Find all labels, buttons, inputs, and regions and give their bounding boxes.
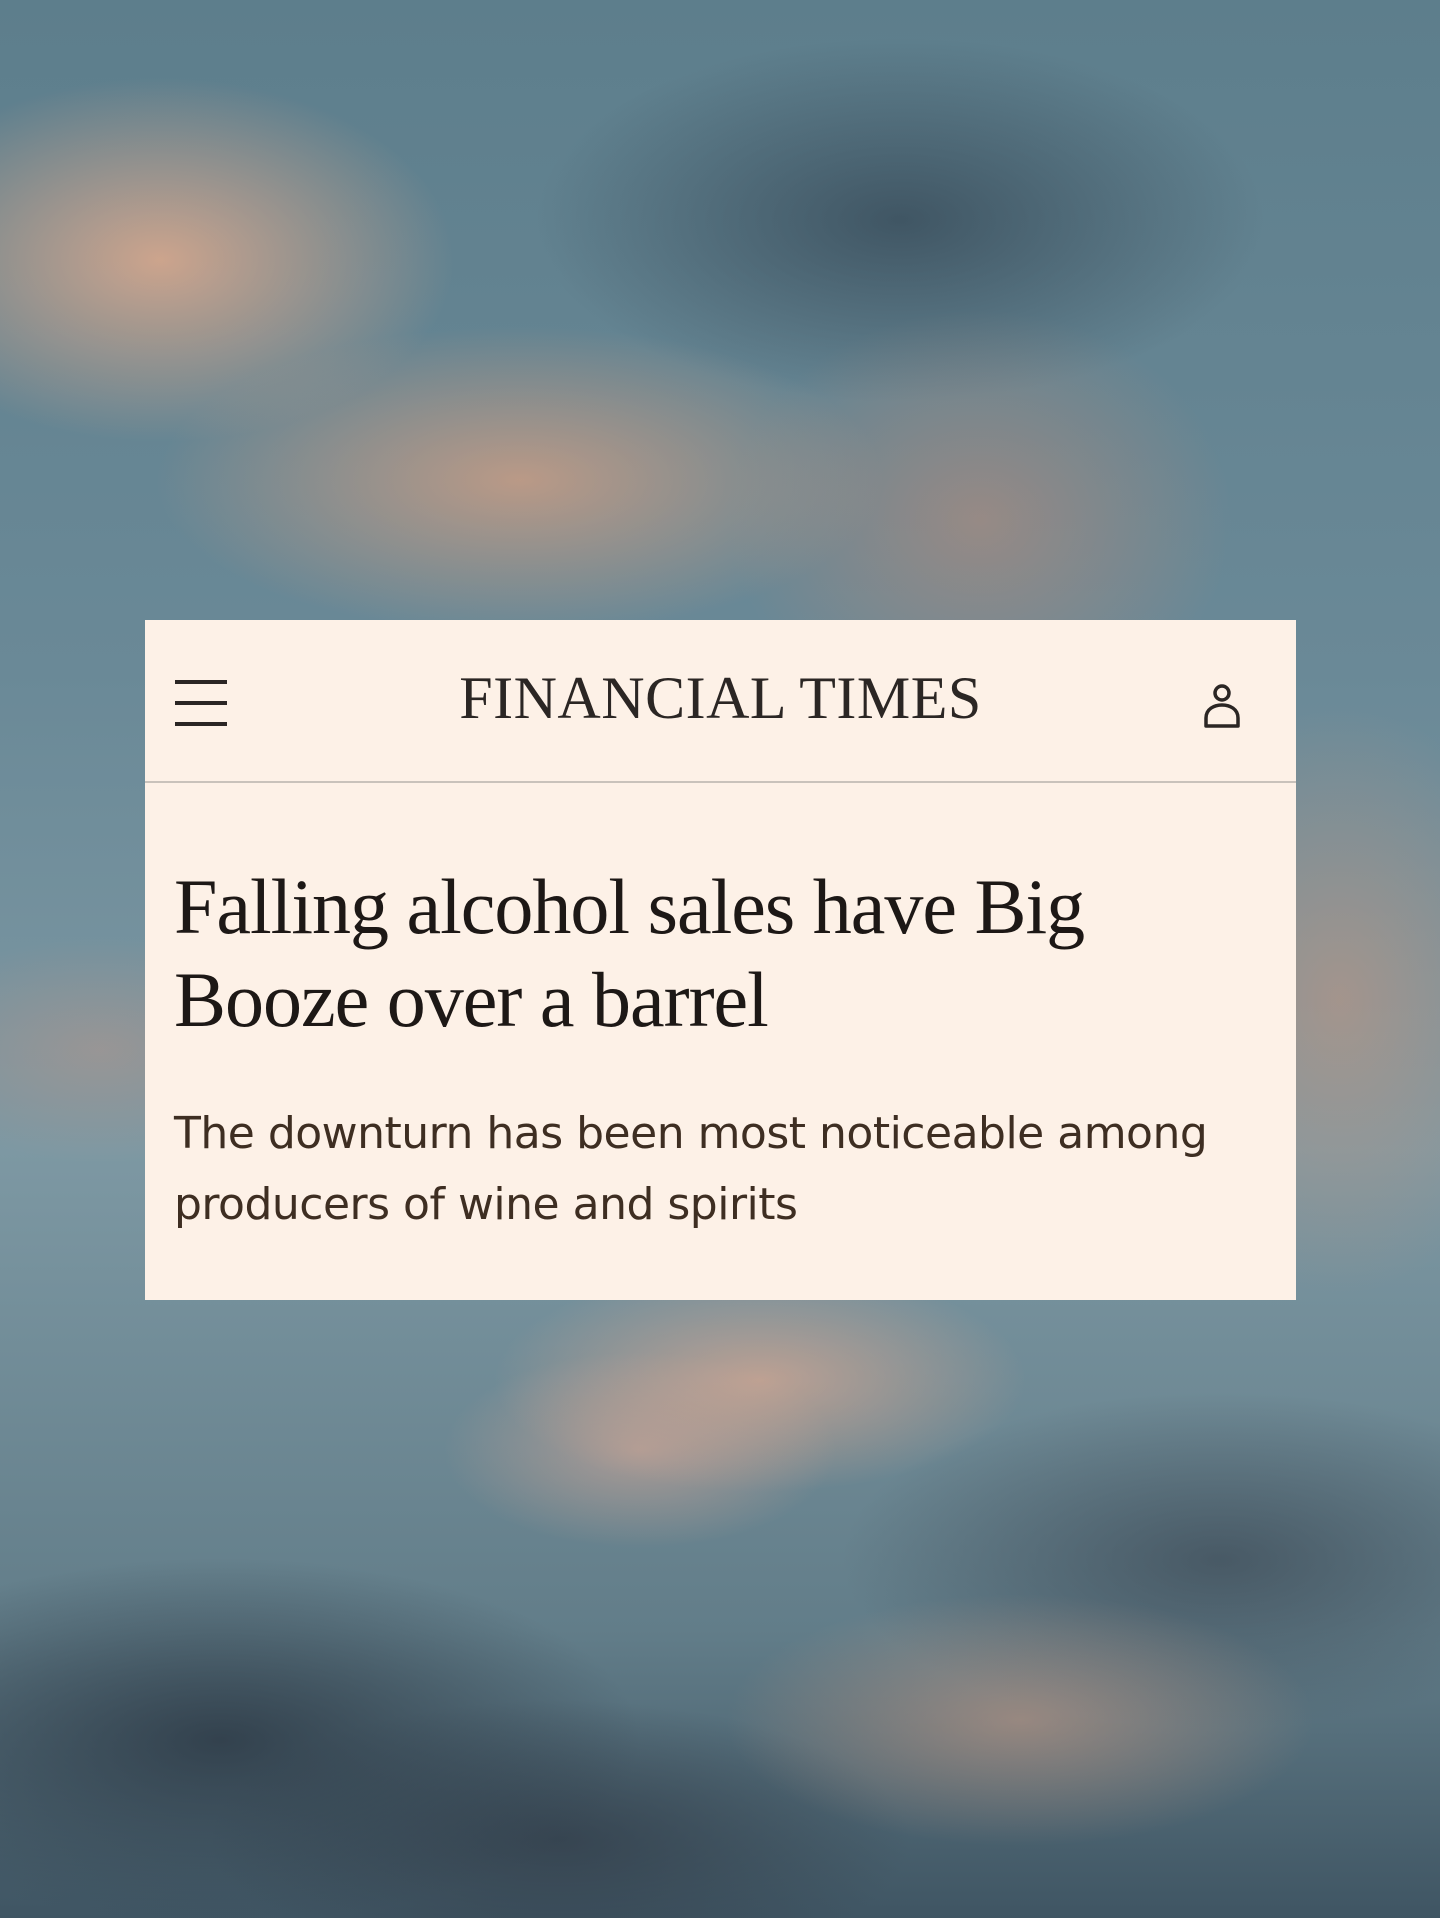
article-headline[interactable]: Falling alcohol sales have Big Booze ove… — [174, 860, 1264, 1046]
site-header: FINANCIAL TIMES — [145, 620, 1296, 783]
article-standfirst: The downturn has been most noticeable am… — [174, 1108, 1208, 1230]
article-card[interactable]: FINANCIAL TIMES Falling alcohol sales ha… — [145, 620, 1296, 1300]
user-account-icon[interactable] — [1202, 682, 1242, 730]
masthead-logo[interactable]: FINANCIAL TIMES — [145, 668, 1296, 728]
